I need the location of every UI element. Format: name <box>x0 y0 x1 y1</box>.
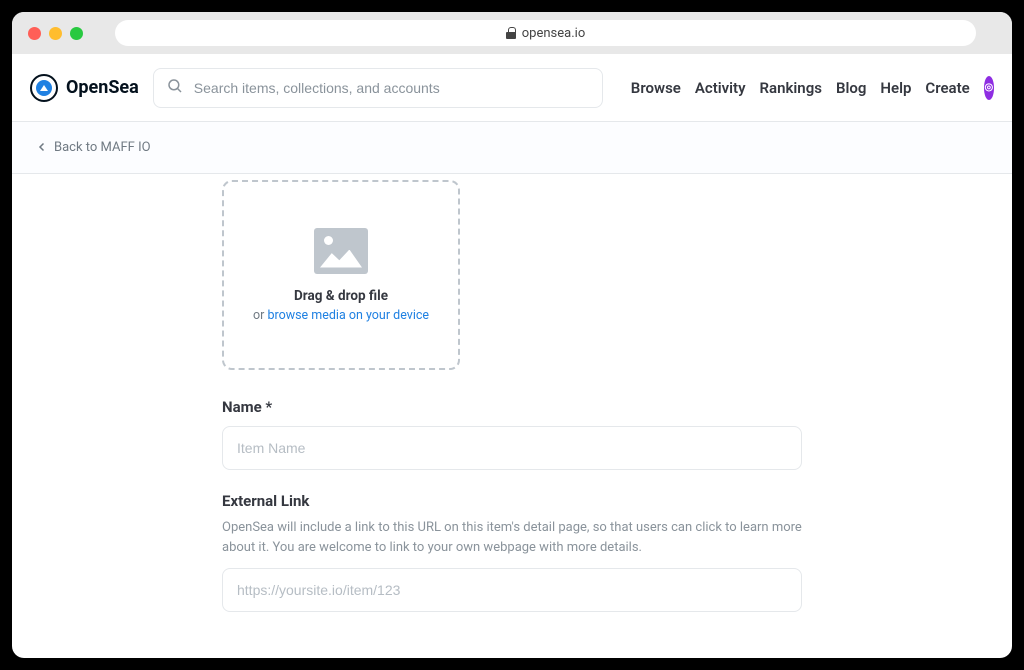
url-host: opensea.io <box>522 26 585 41</box>
chevron-left-icon[interactable] <box>36 138 48 157</box>
zoom-window-dot[interactable] <box>70 27 83 40</box>
image-placeholder-icon <box>314 228 368 274</box>
external-link-description: OpenSea will include a link to this URL … <box>222 518 802 558</box>
name-label: Name * <box>222 398 802 416</box>
search-input[interactable] <box>194 80 590 96</box>
subnav: Back to MAFF IO <box>12 122 1012 174</box>
name-input[interactable] <box>222 426 802 470</box>
nav-rankings[interactable]: Rankings <box>760 79 822 97</box>
external-link-label: External Link <box>222 492 802 510</box>
close-window-dot[interactable] <box>28 27 41 40</box>
nav-activity[interactable]: Activity <box>695 79 746 97</box>
browser-chrome: opensea.io <box>12 12 1012 54</box>
dropzone-main-text: Drag & drop file <box>294 288 388 304</box>
nav-help[interactable]: Help <box>880 79 911 97</box>
logo-icon <box>30 74 58 102</box>
lock-icon <box>506 27 516 39</box>
minimize-window-dot[interactable] <box>49 27 62 40</box>
nav-blog[interactable]: Blog <box>836 79 866 97</box>
nav-create[interactable]: Create <box>925 79 969 97</box>
avatar[interactable]: ◎ <box>984 76 994 100</box>
logo-text: OpenSea <box>66 77 139 98</box>
nav-browse[interactable]: Browse <box>631 79 681 97</box>
field-name: Name * <box>222 398 802 470</box>
dropzone-sub-text: or browse media on your device <box>253 308 429 323</box>
back-link[interactable]: Back to MAFF IO <box>54 140 151 155</box>
url-bar[interactable]: opensea.io <box>115 20 976 46</box>
search-icon <box>166 77 184 99</box>
search-bar[interactable] <box>153 68 603 108</box>
top-nav: OpenSea Browse Activity Rankings Blog He… <box>12 54 1012 122</box>
page-content: Drag & drop file or browse media on your… <box>12 174 1012 658</box>
browse-media-link[interactable]: browse media on your device <box>267 308 429 323</box>
field-external-link: External Link OpenSea will include a lin… <box>222 492 802 612</box>
external-link-input[interactable] <box>222 568 802 612</box>
logo[interactable]: OpenSea <box>30 74 139 102</box>
browser-window: opensea.io OpenSea Browse Activity Ranki… <box>12 12 1012 658</box>
dropzone-sub-prefix: or <box>253 308 267 323</box>
media-dropzone[interactable]: Drag & drop file or browse media on your… <box>222 180 460 370</box>
create-form: Drag & drop file or browse media on your… <box>222 174 802 612</box>
